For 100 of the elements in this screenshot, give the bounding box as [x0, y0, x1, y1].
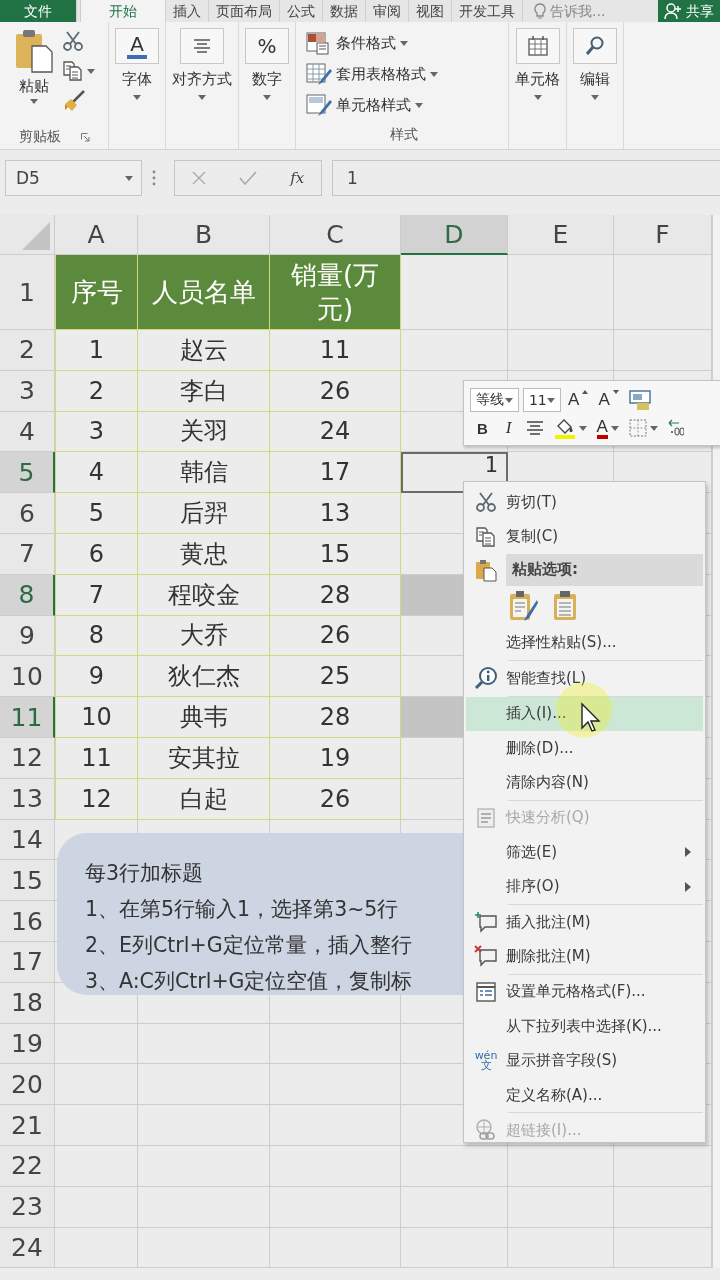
table-cell[interactable]: 李白	[138, 370, 270, 412]
table-cell[interactable]: 安其拉	[138, 737, 270, 779]
table-cell[interactable]: 2	[55, 370, 138, 412]
table-cell[interactable]: 15	[270, 534, 401, 575]
share-button[interactable]: 共享	[658, 0, 720, 22]
table-cell[interactable]: 5	[55, 493, 138, 534]
row-header[interactable]: 18	[0, 982, 55, 1024]
row-header[interactable]: 11	[0, 697, 55, 738]
table-cell[interactable]: 10	[55, 697, 138, 738]
column-title[interactable]: 序号	[55, 255, 138, 330]
row-header[interactable]: 10	[0, 656, 55, 698]
menu-item[interactable]: 插入(I)...	[466, 696, 703, 731]
column-header[interactable]: C	[270, 215, 401, 255]
italic-button[interactable]: I	[498, 415, 519, 441]
menu-item[interactable]: 删除(D)...	[466, 730, 703, 766]
style-menu-button[interactable]: 套用表格格式	[306, 59, 438, 90]
table-cell[interactable]: 9	[55, 656, 138, 698]
table-cell[interactable]: 赵云	[138, 330, 270, 371]
table-cell[interactable]: 6	[55, 534, 138, 575]
column-title[interactable]: 人员名单	[138, 255, 270, 330]
font-color-button[interactable]: A	[593, 415, 622, 441]
alignment-button[interactable]: 对齐方式	[172, 28, 232, 100]
column-header[interactable]: F	[614, 215, 712, 255]
table-cell[interactable]: 典韦	[138, 697, 270, 738]
table-cell[interactable]: 19	[270, 737, 401, 779]
table-cell[interactable]: 13	[270, 493, 401, 534]
table-cell[interactable]: 26	[270, 778, 401, 820]
table-cell[interactable]: 关羽	[138, 411, 270, 453]
size-field[interactable]: 11	[522, 388, 562, 412]
table-cell[interactable]: 后羿	[138, 493, 270, 534]
table-cell[interactable]: 7	[55, 574, 138, 616]
insert-function-button[interactable]: fx	[290, 169, 305, 187]
table-cell[interactable]: 11	[270, 330, 401, 371]
table-cell[interactable]: 17	[270, 452, 401, 494]
menu-item[interactable]: 智能查找(L)	[466, 661, 703, 696]
menu-item[interactable]: 复制(C)	[466, 519, 703, 554]
row-header[interactable]: 9	[0, 615, 55, 657]
table-cell[interactable]: 26	[270, 615, 401, 657]
row-header[interactable]: 17	[0, 941, 55, 983]
table-cell[interactable]: 26	[270, 370, 401, 412]
row-header[interactable]: 14	[0, 819, 55, 861]
row-header[interactable]: 2	[0, 330, 55, 371]
table-cell[interactable]: 狄仁杰	[138, 656, 270, 698]
table-cell[interactable]: 12	[55, 778, 138, 820]
paste-button[interactable]: 粘贴	[13, 28, 54, 126]
name-box[interactable]: D5	[5, 160, 142, 196]
grow-font-button[interactable]: A	[565, 387, 592, 413]
table-cell[interactable]: 大乔	[138, 615, 270, 657]
column-header[interactable]: A	[55, 215, 138, 255]
table-cell[interactable]: 3	[55, 411, 138, 453]
row-header[interactable]: 21	[0, 1105, 55, 1146]
row-header[interactable]: 12	[0, 737, 55, 779]
table-cell[interactable]: 程咬金	[138, 574, 270, 616]
row-header[interactable]: 3	[0, 370, 55, 412]
menu-item[interactable]: 清除内容(N)	[466, 765, 703, 800]
row-header[interactable]: 7	[0, 534, 55, 575]
row-header[interactable]: 4	[0, 411, 55, 453]
menu-item[interactable]: 删除批注(M)	[466, 939, 703, 974]
menu-item[interactable]: 定义名称(A)...	[466, 1077, 703, 1113]
table-cell[interactable]: 4	[55, 452, 138, 494]
row-header[interactable]: 5	[0, 452, 55, 494]
row-header[interactable]: 8	[0, 574, 55, 616]
row-header[interactable]: 22	[0, 1145, 55, 1187]
column-header[interactable]: E	[508, 215, 614, 255]
ribbon-tab[interactable]: 开始	[80, 0, 166, 22]
table-cell[interactable]: 黄忠	[138, 534, 270, 575]
editing-button[interactable]: 编辑	[573, 28, 617, 100]
row-header[interactable]: 20	[0, 1064, 55, 1106]
row-header[interactable]: 6	[0, 493, 55, 534]
bold-button[interactable]: B	[470, 415, 495, 441]
table-cell[interactable]: 25	[270, 656, 401, 698]
file-tab[interactable]: 文件	[0, 0, 77, 22]
style-menu-button[interactable]: 单元格样式	[306, 90, 423, 121]
table-cell[interactable]: 11	[55, 737, 138, 779]
row-header[interactable]: 19	[0, 1023, 55, 1065]
font-field[interactable]: 等线	[470, 388, 519, 412]
row-header[interactable]: 13	[0, 778, 55, 820]
menu-item[interactable]: 从下拉列表中选择(K)...	[466, 1009, 703, 1044]
menu-item[interactable]: 设置单元格格式(F)...	[466, 974, 703, 1010]
table-cell[interactable]: 24	[270, 411, 401, 453]
column-header[interactable]: B	[138, 215, 270, 255]
table-cell[interactable]: 白起	[138, 778, 270, 820]
menu-item[interactable]: 插入批注(M)	[466, 904, 703, 940]
cells-button[interactable]: 单元格	[515, 28, 560, 100]
row-header[interactable]: 24	[0, 1227, 55, 1269]
column-header[interactable]: D	[401, 215, 508, 255]
row-header[interactable]: 1	[0, 255, 55, 330]
column-title[interactable]: 销量(万元)	[270, 255, 401, 330]
table-cell[interactable]: 8	[55, 615, 138, 657]
menu-item[interactable]: 排序(O)	[466, 869, 703, 904]
table-cell[interactable]: 1	[55, 330, 138, 371]
formula-field[interactable]: 1	[332, 160, 720, 196]
row-header[interactable]: 15	[0, 860, 55, 902]
menu-item[interactable]: 筛选(E)	[466, 835, 703, 870]
shrink-font-button[interactable]: A	[595, 387, 622, 413]
menu-item[interactable]: 选择性粘贴(S)...	[466, 625, 703, 661]
style-menu-button[interactable]: 条件格式	[306, 28, 408, 59]
row-header[interactable]: 23	[0, 1186, 55, 1228]
row-header[interactable]: 16	[0, 901, 55, 942]
table-cell[interactable]: 韩信	[138, 452, 270, 494]
